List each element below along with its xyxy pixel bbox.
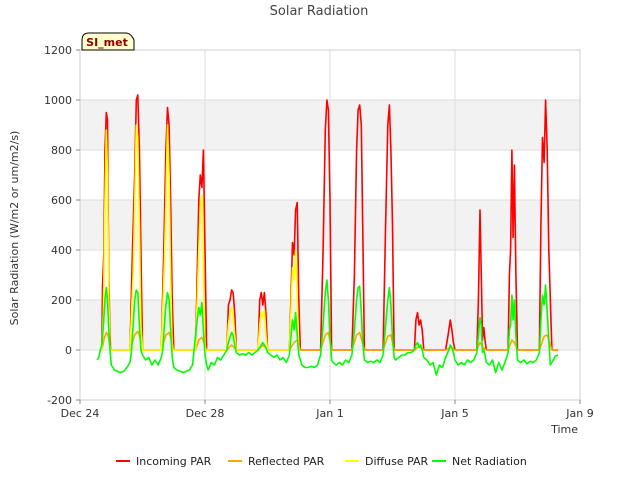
y-tick-label: 400: [51, 244, 72, 257]
x-axis-label: Time: [550, 423, 578, 436]
y-tick-label: -200: [47, 394, 72, 407]
legend-label: Net Radiation: [452, 455, 527, 468]
x-tick-label: Jan 5: [440, 407, 468, 420]
legend-label: Incoming PAR: [136, 455, 212, 468]
legend: Incoming PAR Reflected PAR Diffuse PAR Net …: [116, 455, 527, 468]
y-axis-ticks: -200 0 200 400 600 800 1000 1200: [44, 44, 80, 407]
legend-label: Reflected PAR: [248, 455, 325, 468]
y-tick-label: 1200: [44, 44, 72, 57]
y-tick-label: 800: [51, 144, 72, 157]
y-tick-label: 1000: [44, 94, 72, 107]
chart-title: Solar Radiation: [270, 4, 369, 19]
x-axis-ticks: Dec 24 Dec 28 Jan 1 Jan 5 Jan 9: [61, 400, 594, 420]
x-tick-label: Dec 24: [61, 407, 100, 420]
site-badge-label: SI_met: [86, 36, 128, 49]
x-tick-label: Jan 9: [565, 407, 593, 420]
x-tick-label: Dec 28: [186, 407, 225, 420]
y-axis-label: Solar Radiation (W/m2 or um/m2/s): [8, 131, 21, 326]
site-badge: SI_met: [81, 32, 135, 51]
y-tick-label: 200: [51, 294, 72, 307]
y-tick-label: 0: [65, 344, 72, 357]
x-tick-label: Jan 1: [315, 407, 343, 420]
solar-radiation-chart: Solar Radiation -200 0 200 400 600 800 1000 120…: [8, 4, 594, 468]
y-tick-label: 600: [51, 194, 72, 207]
legend-label: Diffuse PAR: [365, 455, 429, 468]
